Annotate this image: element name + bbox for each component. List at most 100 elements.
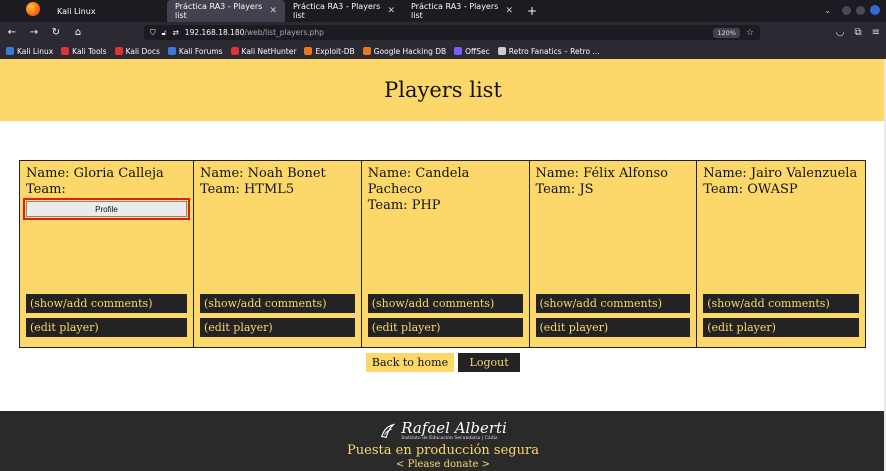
player-name: Name: Gloria Calleja <box>26 166 164 181</box>
edit-player-link[interactable]: (edit player) <box>703 318 859 337</box>
show-add-comments-link[interactable]: (show/add comments) <box>703 294 859 313</box>
show-add-comments-link[interactable]: (show/add comments) <box>26 294 187 313</box>
lock-insecure-icon[interactable]: 🔓︎ <box>162 28 167 38</box>
player-team: Team: <box>26 182 66 197</box>
bookmark-favicon-icon <box>304 47 313 55</box>
bookmark-favicon-icon <box>114 47 123 55</box>
menu-icon[interactable]: ≡ <box>872 27 880 38</box>
bookmark-item[interactable]: Kali Linux <box>6 47 53 56</box>
player-name: Name: Noah Bonet <box>200 166 326 181</box>
player-name: Name: Candela Pacheco <box>367 166 470 197</box>
forward-icon[interactable]: → <box>28 27 40 38</box>
footer-tagline: Puesta en producción segura <box>347 443 539 458</box>
close-window-button[interactable] <box>870 5 880 15</box>
new-tab-button[interactable]: + <box>521 4 543 18</box>
bookmark-label: Google Hacking DB <box>373 46 447 56</box>
edit-player-link[interactable]: (edit player) <box>367 318 523 337</box>
player-team: Team: PHP <box>367 198 441 213</box>
player-name: Name: Jairo Valenzuela <box>703 166 858 181</box>
bookmark-favicon-icon <box>454 47 463 55</box>
bookmark-item[interactable]: Exploit-DB <box>304 46 355 56</box>
school-logo: Rafael Alberti Instituto de Educación Se… <box>379 421 507 441</box>
bookmark-favicon-icon <box>167 47 176 55</box>
bookmark-label: Kali Tools <box>72 46 107 56</box>
player-team: Team: JS <box>535 182 594 197</box>
bookmark-star-icon[interactable]: ☆ <box>746 28 754 38</box>
bookmark-item[interactable]: Kali NetHunter <box>230 46 297 56</box>
shield-icon[interactable]: ⛉ <box>150 28 156 38</box>
page-content: Players list Name: Gloria Calleja Team: … <box>0 59 886 471</box>
bookmark-item[interactable]: Kali Docs <box>114 46 160 56</box>
show-add-comments-link[interactable]: (show/add comments) <box>367 294 523 313</box>
bookmark-favicon-icon <box>362 47 371 55</box>
player-team: Team: HTML5 <box>200 182 295 197</box>
bookmark-favicon-icon <box>6 47 14 55</box>
permissions-icon[interactable]: ⇄ <box>173 28 179 37</box>
maximize-button[interactable] <box>856 5 865 15</box>
show-add-comments-link[interactable]: (show/add comments) <box>200 294 355 313</box>
bookmark-item[interactable]: Google Hacking DB <box>362 46 447 56</box>
bookmark-label: Kali Docs <box>125 46 160 56</box>
page-actions: Back to home Logout <box>0 353 886 372</box>
tab-title: Kali Linux <box>57 6 96 16</box>
profile-button[interactable]: Profile <box>23 198 190 220</box>
tab-title: Práctica RA3 - Players list <box>293 2 381 20</box>
firefox-icon[interactable] <box>26 2 40 16</box>
player-name: Name: Félix Alfonso <box>535 166 669 181</box>
tab-players-list-3[interactable]: Práctica RA3 - Players list ✕ <box>403 0 521 22</box>
extensions-icon[interactable]: ⧉ <box>854 27 861 38</box>
edit-player-link[interactable]: (edit player) <box>535 318 691 337</box>
school-logo-icon <box>381 423 396 438</box>
player-card: Name: Félix Alfonso Team: JS (show/add c… <box>530 161 698 347</box>
tab-title: Práctica RA3 - Players list <box>411 2 499 20</box>
tab-bar: Kali Linux Práctica RA3 - Players list ✕ … <box>0 0 886 22</box>
logo-name: Rafael Alberti <box>401 419 507 437</box>
player-card: Name: Gloria Calleja Team: Profile (show… <box>20 161 194 347</box>
url-host: 192.168.18.180 <box>184 28 245 37</box>
page-footer: Rafael Alberti Instituto de Educación Se… <box>0 411 886 471</box>
pocket-icon[interactable]: ◡ <box>836 27 845 38</box>
minimize-button[interactable] <box>842 5 851 15</box>
bookmark-favicon-icon <box>61 47 70 55</box>
tab-kali-linux[interactable]: Kali Linux <box>49 0 167 22</box>
bookmark-label: Kali Linux <box>17 46 54 56</box>
players-grid: Name: Gloria Calleja Team: Profile (show… <box>19 160 866 348</box>
close-tab-icon[interactable]: ✕ <box>387 6 395 16</box>
bookmark-item[interactable]: Retro Fanatics – Retro ... <box>497 46 600 56</box>
url-path: /web/list_players.php <box>244 28 324 37</box>
bookmark-item[interactable]: Kali Forums <box>167 47 223 56</box>
tab-players-list-2[interactable]: Práctica RA3 - Players list ✕ <box>285 0 403 22</box>
back-icon[interactable]: ← <box>6 27 18 38</box>
url-bar[interactable]: ⛉ 🔓︎ ⇄ 192.168.18.180/web/list_players.p… <box>144 25 760 40</box>
tab-title: Práctica RA3 - Players list <box>175 2 263 20</box>
window-controls: ⌄ <box>824 5 880 15</box>
reload-icon[interactable]: ↻ <box>50 27 62 38</box>
zoom-badge[interactable]: 120% <box>713 27 740 38</box>
player-card: Name: Noah Bonet Team: HTML5 (show/add c… <box>194 161 362 347</box>
page-header: Players list <box>0 59 886 121</box>
player-card: Name: Jairo Valenzuela Team: OWASP (show… <box>697 161 865 347</box>
logout-button[interactable]: Logout <box>458 353 521 372</box>
bookmark-item[interactable]: Kali Tools <box>61 46 107 56</box>
edit-player-link[interactable]: (edit player) <box>200 318 355 337</box>
list-tabs-icon[interactable]: ⌄ <box>824 6 831 15</box>
edit-player-link[interactable]: (edit player) <box>26 318 187 337</box>
bookmarks-bar: Kali Linux Kali Tools Kali Docs Kali Forums… <box>0 43 886 59</box>
close-tab-icon[interactable]: ✕ <box>269 6 277 16</box>
bookmark-label: Exploit-DB <box>315 46 355 56</box>
bookmark-label: Kali NetHunter <box>241 46 297 56</box>
tab-players-list-active[interactable]: Práctica RA3 - Players list ✕ <box>167 0 285 22</box>
bookmark-favicon-icon <box>230 47 239 55</box>
logo-subtitle: Instituto de Educación Secundaria | Cádi… <box>401 436 498 441</box>
donate-link[interactable]: < Please donate > <box>396 459 490 470</box>
show-add-comments-link[interactable]: (show/add comments) <box>535 294 691 313</box>
bookmark-label: OffSec <box>465 46 490 56</box>
back-to-home-button[interactable]: Back to home <box>365 353 455 372</box>
page-title: Players list <box>384 78 502 102</box>
bookmark-item[interactable]: OffSec <box>454 47 490 56</box>
bookmark-label: Retro Fanatics – Retro ... <box>508 46 600 56</box>
close-tab-icon[interactable]: ✕ <box>505 6 513 16</box>
player-card: Name: Candela Pacheco Team: PHP (show/ad… <box>362 161 530 347</box>
home-icon[interactable]: ⌂ <box>72 27 84 38</box>
bookmark-favicon-icon <box>497 47 506 55</box>
